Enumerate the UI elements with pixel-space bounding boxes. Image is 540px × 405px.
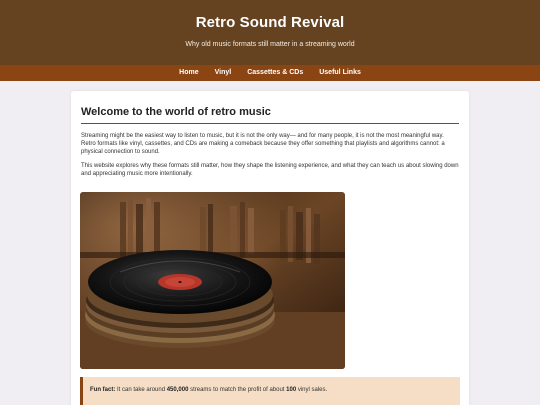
intro-paragraph: Streaming might be the easiest way to li… (81, 133, 445, 155)
nav-useful-links-link[interactable]: Useful Links (311, 65, 369, 81)
fun-fact-records: 100 (286, 387, 297, 393)
nav-cassettes-cds-link[interactable]: Cassettes & CDs (239, 65, 311, 81)
fun-fact-callout: Fun fact: It can take around 450,000 str… (80, 377, 460, 405)
heading-divider (81, 123, 459, 124)
page-heading: Welcome to the world of retro music (81, 106, 271, 118)
fun-fact-text: It can take around (115, 387, 167, 393)
site-subtitle: Why old music formats still matter in a … (185, 41, 355, 48)
site-title: Retro Sound Revival (195, 14, 345, 31)
vinyl-records-photo (80, 192, 345, 369)
fun-fact-streams: 450,000 (166, 387, 189, 393)
fun-fact-text: streams to match the profit of about (188, 387, 287, 393)
fun-fact-text: vinyl sales. (296, 387, 328, 393)
fun-fact-label: Fun fact: (90, 387, 116, 393)
main-nav: Home Vinyl Cassettes & CDs Useful Links (0, 65, 540, 81)
explore-paragraph: This website explores why these formats … (81, 163, 459, 177)
nav-home-link[interactable]: Home (171, 65, 206, 81)
site-header: Retro Sound Revival Why old music format… (0, 0, 540, 65)
content-card: Welcome to the world of retro music Stre… (71, 91, 469, 405)
nav-vinyl-link[interactable]: Vinyl (207, 65, 240, 81)
